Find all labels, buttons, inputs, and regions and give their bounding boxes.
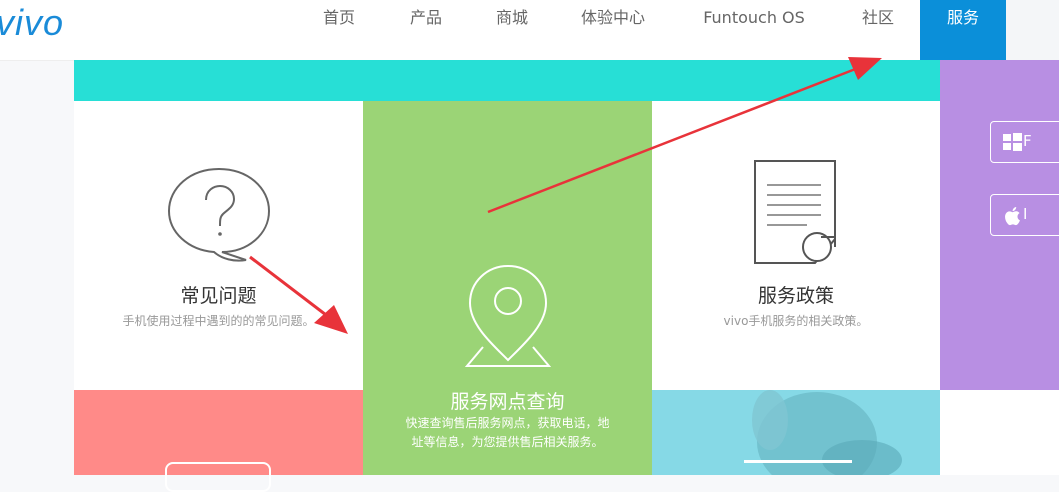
apple-download-label: I (1023, 205, 1028, 223)
white-tile[interactable] (940, 390, 1059, 475)
policy-title: 服务政策 (757, 285, 834, 307)
faq-card[interactable]: 常见问题 手机使用过程中遇到的的常见问题。 (74, 101, 363, 390)
nav-service[interactable]: 服务 (920, 0, 1006, 60)
service-points-title: 服务网点查询 (450, 391, 565, 413)
site-header: vivo 首页 产品 商城 体验中心 Funtouch OS 社区 服务 (0, 0, 1059, 61)
teal-banner[interactable] (74, 60, 940, 101)
pink-tile-button[interactable] (165, 462, 271, 492)
nav-community[interactable]: 社区 (842, 0, 914, 60)
windows-download-button[interactable]: F (990, 121, 1059, 163)
policy-desc: vivo手机服务的相关政策。 (723, 314, 869, 328)
map-pin-icon (464, 264, 552, 367)
nav-funtouch-os[interactable]: Funtouch OS (690, 0, 818, 60)
document-icon (754, 160, 836, 264)
windows-icon (1003, 133, 1022, 151)
nav-experience-center[interactable]: 体验中心 (567, 0, 659, 60)
vivo-logo[interactable]: vivo (0, 2, 64, 44)
nav-products[interactable]: 产品 (390, 0, 462, 60)
nav-store[interactable]: 商城 (476, 0, 548, 60)
windows-download-label: F (1023, 132, 1032, 150)
question-bubble-icon (167, 167, 271, 262)
service-points-card[interactable]: 服务网点查询 快速查询售后服务网点，获取电话，地址等信息，为您提供售后相关服务。 (363, 101, 652, 475)
header-right-area (1006, 0, 1059, 60)
apple-download-button[interactable]: I (990, 194, 1059, 236)
service-points-desc: 快速查询售后服务网点，获取电话，地址等信息，为您提供售后相关服务。 (405, 416, 610, 449)
faq-title: 常见问题 (180, 285, 257, 307)
policy-card[interactable]: 服务政策 vivo手机服务的相关政策。 (652, 101, 940, 390)
photo-tile-underline (744, 460, 852, 463)
nav-home[interactable]: 首页 (303, 0, 375, 60)
faq-desc: 手机使用过程中遇到的的常见问题。 (122, 314, 315, 328)
apple-icon (1005, 207, 1020, 226)
